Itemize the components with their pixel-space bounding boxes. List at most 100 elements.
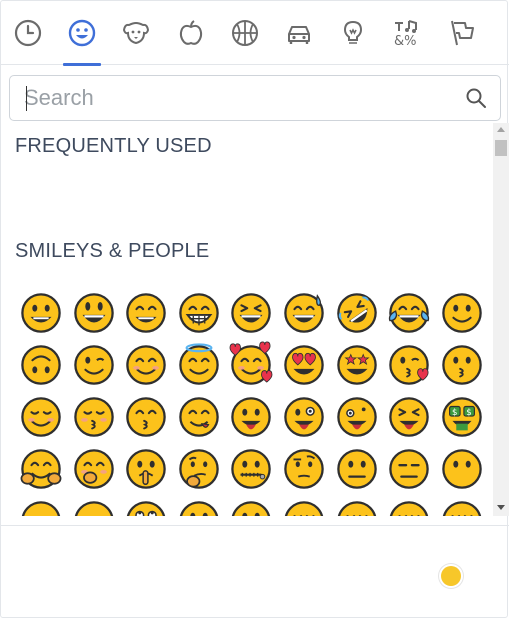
emoji-face-savoring-food[interactable] — [173, 391, 225, 443]
text-cursor — [26, 86, 27, 111]
apple-icon — [179, 20, 202, 45]
squinting-face-with-tongue-icon — [389, 397, 429, 437]
svg-text:$: $ — [466, 408, 471, 418]
smiley-icon — [69, 19, 96, 47]
emoji-hugging-face[interactable] — [15, 443, 67, 495]
emoji-smiling-face[interactable] — [15, 391, 67, 443]
emoji-smiling-face-with-halo[interactable] — [173, 339, 225, 391]
flag-icon — [450, 20, 474, 46]
emoji-squinting-face-with-tongue[interactable] — [383, 391, 435, 443]
winking-face-with-tongue-icon — [284, 397, 324, 437]
emoji-money-mouth-face[interactable]: $ $ — [436, 391, 488, 443]
tab-activity[interactable] — [218, 1, 272, 65]
emoji-unamused-face[interactable] — [68, 495, 120, 516]
emoji-scroll-area[interactable]: FREQUENTLY USED SMILEYS & PEOPLE $ $ — [1, 123, 493, 516]
emoji-shushing-face[interactable] — [120, 443, 172, 495]
tab-symbols[interactable]: &% — [380, 1, 434, 65]
tab-travel[interactable] — [272, 1, 326, 65]
unamused-face-icon — [74, 501, 113, 516]
scrollbar[interactable] — [493, 123, 509, 516]
winking-face-icon — [73, 345, 114, 385]
emoji-pensive-face[interactable] — [331, 495, 383, 516]
kissing-face-with-smiling-eyes-icon — [126, 397, 166, 437]
emoji-sleepy-face[interactable] — [383, 495, 435, 516]
skin-tone-selector[interactable] — [441, 566, 461, 586]
smiling-face-with-hearts-icon — [229, 341, 273, 385]
emoji-face-with-raised-eyebrow[interactable] — [278, 443, 330, 495]
grinning-face-big-eyes-icon — [73, 293, 114, 333]
emoji-kissing-face-with-closed-eyes[interactable] — [68, 391, 120, 443]
scroll-up-arrow[interactable] — [497, 127, 505, 132]
basketball-icon — [231, 20, 258, 46]
emoji-zany-face[interactable] — [331, 391, 383, 443]
emoji-smiling-face-with-hearts[interactable] — [225, 339, 277, 391]
emoji-grinning-face-big-eyes[interactable] — [68, 287, 120, 339]
clock-icon — [14, 19, 42, 47]
grimacing-face-icon — [179, 501, 218, 516]
tab-smileys[interactable] — [55, 1, 109, 66]
resize-handle[interactable]: ⋮⋮ — [506, 238, 510, 278]
emoji-face-with-rolling-eyes[interactable] — [120, 495, 172, 516]
emoji-grinning-face-with-sweat[interactable] — [278, 287, 330, 339]
emoji-kissing-face-with-smiling-eyes[interactable] — [120, 391, 172, 443]
thinking-face-icon — [179, 449, 219, 489]
emoji-star-struck[interactable] — [331, 339, 383, 391]
lightbulb-icon — [344, 20, 363, 44]
emoji-slightly-smiling-face[interactable] — [436, 287, 488, 339]
tab-objects[interactable] — [326, 1, 380, 65]
tab-food[interactable] — [164, 1, 218, 65]
scroll-down-arrow[interactable] — [497, 505, 505, 510]
money-mouth-face-icon: $ $ — [441, 397, 482, 437]
svg-text:&%: &% — [394, 34, 417, 48]
face-blowing-a-kiss-icon — [389, 345, 429, 385]
hugging-face-icon — [20, 449, 62, 489]
emoji-beaming-face[interactable] — [173, 287, 225, 339]
search-box — [9, 75, 501, 121]
expressionless-face-icon — [389, 449, 429, 489]
search-button[interactable] — [452, 76, 500, 120]
emoji-grinning-face-smiling-eyes[interactable] — [120, 287, 172, 339]
relieved-face-icon — [284, 501, 324, 516]
tab-recent[interactable] — [1, 1, 55, 65]
lying-face-icon — [232, 501, 271, 516]
emoji-thinking-face[interactable] — [173, 443, 225, 495]
rolling-on-floor-laughing-icon — [336, 293, 377, 333]
search-input[interactable] — [10, 78, 452, 118]
smiling-face-with-halo-icon — [179, 343, 219, 385]
emoji-face-with-tears-of-joy[interactable] — [383, 287, 435, 339]
drooling-face-icon — [442, 501, 481, 516]
emoji-drooling-face[interactable] — [436, 495, 488, 516]
emoji-neutral-face[interactable] — [331, 443, 383, 495]
grinning-squinting-face-icon — [231, 293, 272, 333]
preview-footer — [1, 525, 509, 620]
emoji-relieved-face[interactable] — [278, 495, 330, 516]
emoji-winking-face-with-tongue[interactable] — [278, 391, 330, 443]
emoji-smiling-face-with-heart-eyes[interactable] — [278, 339, 330, 391]
smirking-face-icon — [21, 501, 61, 516]
emoji-smiling-face-with-smiling-eyes[interactable] — [120, 339, 172, 391]
emoji-expressionless-face[interactable] — [383, 443, 435, 495]
emoji-winking-face[interactable] — [68, 339, 120, 391]
tab-animals[interactable] — [109, 1, 163, 65]
tab-flags[interactable] — [435, 1, 489, 65]
emoji-smirking-face[interactable] — [15, 495, 67, 516]
face-savoring-food-icon — [179, 397, 219, 437]
emoji-grimacing-face[interactable] — [173, 495, 225, 516]
category-bar: &% — [1, 1, 509, 66]
emoji-zipper-mouth-face[interactable] — [225, 443, 277, 495]
emoji-grinning-face[interactable] — [15, 287, 67, 339]
symbols-icon: &% — [394, 20, 418, 48]
grinning-face-smiling-eyes-icon — [126, 293, 166, 333]
emoji-face-without-mouth[interactable] — [436, 443, 488, 495]
emoji-lying-face[interactable] — [225, 495, 277, 516]
scroll-thumb[interactable] — [495, 140, 507, 156]
emoji-upside-down-face[interactable] — [15, 339, 67, 391]
emoji-rolling-on-floor-laughing[interactable] — [331, 287, 383, 339]
face-with-raised-eyebrow-icon — [284, 449, 324, 489]
neutral-face-icon — [336, 449, 377, 489]
emoji-face-with-tongue[interactable] — [225, 391, 277, 443]
emoji-face-with-hand-over-mouth[interactable] — [68, 443, 120, 495]
emoji-kissing-face[interactable] — [436, 339, 488, 391]
emoji-face-blowing-a-kiss[interactable] — [383, 339, 435, 391]
emoji-grinning-squinting-face[interactable] — [225, 287, 277, 339]
